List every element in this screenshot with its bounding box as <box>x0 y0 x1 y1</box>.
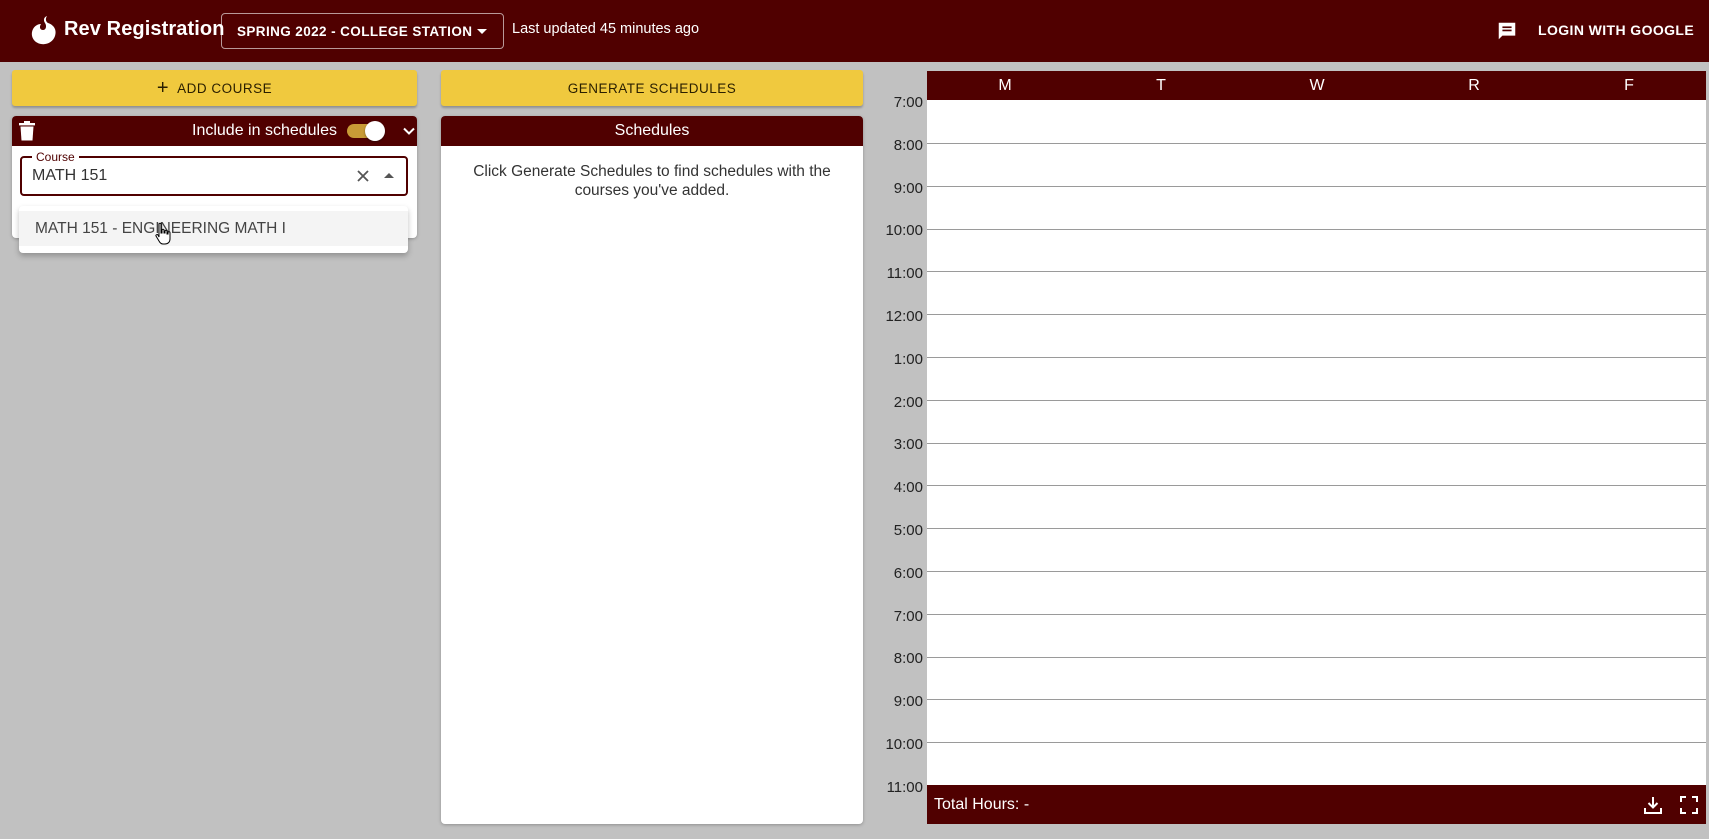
app-bar: Rev Registration SPRING 2022 - COLLEGE S… <box>0 0 1709 62</box>
chevron-down-icon <box>477 29 487 34</box>
chevron-down-icon[interactable] <box>402 124 416 138</box>
time-label: 10:00 <box>885 736 923 753</box>
course-field[interactable]: Course <box>20 150 408 196</box>
time-label: 10:00 <box>885 222 923 240</box>
plus-icon: + <box>156 77 170 99</box>
login-with-google-button[interactable]: LOGIN WITH GOOGLE <box>1526 12 1706 48</box>
close-icon[interactable] <box>356 169 370 183</box>
include-in-schedules-label: Include in schedules <box>192 122 337 139</box>
time-label: 9:00 <box>893 693 923 711</box>
logo-icon[interactable] <box>30 14 58 46</box>
fullscreen-icon[interactable] <box>1679 795 1699 815</box>
hour-gridline <box>927 357 1706 358</box>
hour-gridline <box>927 143 1706 144</box>
time-label: 6:00 <box>893 564 923 582</box>
download-icon[interactable] <box>1643 795 1663 815</box>
trash-icon[interactable] <box>18 121 36 141</box>
hour-gridline <box>927 185 1706 187</box>
hour-gridline <box>927 485 1706 487</box>
schedules-panel: Schedules Click Generate Schedules to fi… <box>441 116 863 824</box>
hand-cursor-icon <box>155 222 171 245</box>
time-label: 7:00 <box>893 94 923 111</box>
hour-gridline <box>927 271 1706 273</box>
time-label: 8:00 <box>893 650 923 668</box>
hour-gridline <box>927 613 1706 615</box>
hour-gridline <box>927 528 1706 530</box>
hour-gridline <box>927 742 1706 744</box>
schedules-empty-message: Click Generate Schedules to find schedul… <box>473 163 831 199</box>
app-title[interactable]: Rev Registration <box>64 18 225 41</box>
time-label: 3:00 <box>893 436 923 454</box>
calendar-header: M T W R F <box>927 71 1706 100</box>
hour-gridline <box>927 571 1706 572</box>
time-label: 8:00 <box>893 136 923 154</box>
include-toggle[interactable] <box>345 121 385 141</box>
add-course-label: ADD COURSE <box>177 80 273 96</box>
hour-gridline <box>927 314 1706 316</box>
hour-gridline <box>927 699 1706 701</box>
term-select-value: SPRING 2022 - COLLEGE STATION <box>237 23 473 39</box>
last-updated-text: Last updated 45 minutes ago <box>512 21 700 37</box>
time-label: 11:00 <box>886 778 923 796</box>
course-card-header: Include in schedules <box>12 116 417 146</box>
generate-schedules-button[interactable]: GENERATE SCHEDULES <box>441 70 863 106</box>
chevron-up-icon[interactable] <box>384 173 394 178</box>
day-monday: M <box>998 77 1012 94</box>
time-label: 12:00 <box>885 308 923 325</box>
time-label: 5:00 <box>893 522 923 539</box>
course-suggestions: MATH 151 - ENGINEERING MATH I <box>19 206 408 253</box>
time-label: 1:00 <box>893 350 923 368</box>
day-wednesday: W <box>1309 77 1325 94</box>
hour-gridline <box>927 442 1706 444</box>
hour-gridline <box>927 656 1706 658</box>
time-label: 2:00 <box>893 393 923 411</box>
day-tuesday: T <box>1156 77 1166 94</box>
hour-gridline <box>927 399 1706 401</box>
generate-schedules-label: GENERATE SCHEDULES <box>567 80 737 96</box>
day-friday: F <box>1624 77 1634 94</box>
total-hours: Total Hours: - <box>934 796 1030 813</box>
day-thursday: R <box>1468 77 1480 94</box>
hour-gridline <box>927 228 1706 230</box>
feedback-icon[interactable] <box>1496 20 1518 42</box>
schedules-title: Schedules <box>441 116 863 146</box>
calendar: M T W R F Total Hours: - <box>927 71 1706 824</box>
term-select[interactable]: SPRING 2022 - COLLEGE STATION <box>221 13 504 49</box>
add-course-button[interactable]: + ADD COURSE <box>12 70 417 106</box>
time-label: 4:00 <box>893 479 923 497</box>
calendar-footer: Total Hours: - <box>927 785 1706 824</box>
suggestion-item[interactable]: MATH 151 - ENGINEERING MATH I <box>19 211 408 246</box>
toggle-thumb <box>365 121 385 141</box>
course-input[interactable] <box>32 167 332 185</box>
course-field-label: Course <box>32 150 79 164</box>
time-label: 9:00 <box>893 179 923 197</box>
time-label: 11:00 <box>886 265 923 283</box>
time-label: 7:00 <box>893 607 923 625</box>
